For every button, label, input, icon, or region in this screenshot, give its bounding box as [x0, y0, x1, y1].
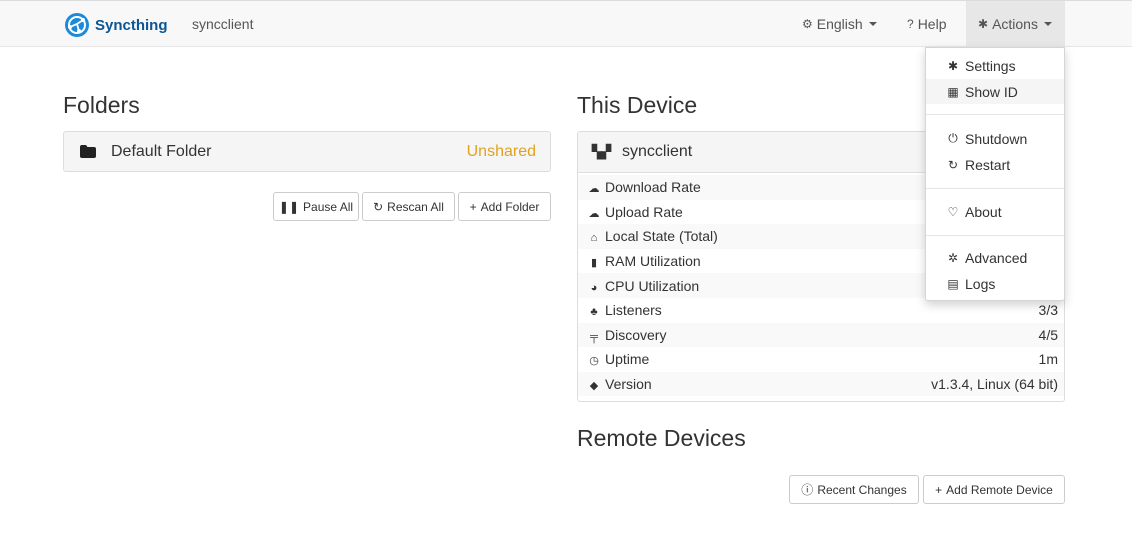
- menu-divider: [926, 114, 1064, 115]
- refresh-icon: ↻: [373, 199, 384, 214]
- menu-item-label: Advanced: [965, 249, 1028, 266]
- help-label: Help: [917, 16, 947, 32]
- signpost-icon: ╤: [590, 330, 598, 343]
- home-icon: ⌂: [590, 232, 598, 245]
- recent-changes-label: Recent Changes: [817, 482, 907, 497]
- menu-item-shutdown[interactable]: ⏻ Shutdown: [926, 126, 1064, 151]
- table-row: ◷ Uptime 1m: [578, 347, 1064, 372]
- menu-item-about[interactable]: ♡ About: [926, 199, 1064, 224]
- this-device-heading: This Device: [577, 92, 698, 118]
- rescan-all-label: Rescan All: [387, 199, 444, 214]
- folder-name: Default Folder: [111, 142, 212, 160]
- navbar-device-name: syncclient: [192, 16, 254, 32]
- folder-panel-default[interactable]: Default Folder Unshared: [63, 131, 551, 172]
- menu-item-settings[interactable]: ✱ Settings: [926, 53, 1064, 78]
- brand-name: Syncthing: [95, 16, 168, 34]
- memory-icon: ▮: [590, 257, 598, 270]
- cloud-upload-icon: ☁: [588, 207, 600, 220]
- folder-icon: [80, 145, 96, 158]
- table-row: ♣ Listeners 3/3: [578, 298, 1064, 323]
- plus-icon: +: [935, 482, 943, 497]
- menu-item-label: Settings: [965, 57, 1016, 74]
- plus-icon: +: [469, 199, 477, 214]
- language-menu[interactable]: ⚙ English: [802, 1, 877, 47]
- pause-icon: ❚❚: [278, 199, 300, 214]
- menu-divider: [926, 188, 1064, 189]
- power-icon: ⏻: [948, 131, 958, 145]
- folders-heading: Folders: [63, 92, 140, 118]
- help-menu[interactable]: ? Help: [907, 1, 946, 47]
- menu-item-label: Shutdown: [965, 130, 1028, 147]
- remote-devices-heading: Remote Devices: [577, 425, 746, 451]
- cloud-download-icon: ☁: [588, 183, 600, 196]
- stat-label: CPU Utilization: [605, 277, 700, 294]
- heart-icon: ♡: [947, 204, 959, 219]
- menu-item-label: About: [965, 203, 1002, 220]
- menu-item-show-id[interactable]: ▦ Show ID: [926, 79, 1064, 104]
- dashboard-icon: ◕: [590, 281, 598, 294]
- menu-item-label: Logs: [965, 275, 996, 292]
- question-circle-icon: ?: [907, 17, 914, 31]
- chevron-down-icon: [868, 22, 877, 26]
- file-icon: ▤: [947, 276, 959, 291]
- menu-item-logs[interactable]: ▤ Logs: [926, 271, 1064, 296]
- syncthing-logo-icon: [65, 13, 89, 37]
- actions-label: Actions: [992, 16, 1038, 32]
- this-device-name: syncclient: [622, 143, 693, 160]
- add-folder-button[interactable]: + Add Folder: [458, 192, 551, 221]
- qrcode-icon: ▦: [947, 84, 959, 99]
- recent-changes-button[interactable]: ⓘ Recent Changes: [789, 475, 919, 504]
- menu-item-label: Restart: [965, 156, 1011, 173]
- tag-icon: ◆: [589, 380, 599, 393]
- stat-value[interactable]: 4/5: [824, 323, 1064, 348]
- stat-label: Upload Rate: [605, 203, 683, 220]
- rescan-all-button[interactable]: ↻ Rescan All: [362, 192, 455, 221]
- menu-item-advanced[interactable]: ✲ Advanced: [926, 245, 1064, 270]
- stat-value[interactable]: 3/3: [824, 298, 1064, 323]
- add-remote-device-label: Add Remote Device: [946, 482, 1053, 497]
- globe-icon: ⚙: [802, 17, 813, 31]
- add-folder-label: Add Folder: [480, 199, 540, 214]
- folder-status-badge: Unshared: [466, 142, 536, 160]
- sitemap-icon: ♣: [590, 306, 598, 319]
- chevron-down-icon: [1043, 22, 1052, 26]
- stat-label: Download Rate: [605, 179, 701, 196]
- table-row: ◆ Version v1.3.4, Linux (64 bit): [578, 371, 1064, 397]
- stat-label: Uptime: [605, 351, 650, 368]
- stat-label: RAM Utilization: [605, 253, 701, 270]
- device-identicon-icon: ▚▞: [592, 144, 611, 159]
- stat-label: Listeners: [605, 302, 662, 319]
- menu-item-label: Show ID: [965, 83, 1018, 100]
- cog-icon: ✱: [947, 58, 959, 73]
- language-label: English: [816, 16, 863, 32]
- stat-value: 1m: [1038, 351, 1058, 368]
- cogs-icon: ✲: [947, 250, 959, 265]
- clock-icon: ◷: [589, 355, 599, 368]
- add-remote-device-button[interactable]: + Add Remote Device: [923, 475, 1065, 504]
- stat-label: Local State (Total): [605, 228, 718, 245]
- stat-label: Version: [605, 376, 652, 393]
- menu-item-restart[interactable]: ↻ Restart: [926, 152, 1064, 177]
- info-circle-icon: ⓘ: [801, 483, 814, 497]
- menu-divider: [926, 235, 1064, 236]
- table-row: ╤ Discovery 4/5: [578, 322, 1064, 348]
- pause-all-button[interactable]: ❚❚ Pause All: [273, 192, 359, 221]
- cog-icon: ✱: [978, 17, 989, 31]
- pause-all-label: Pause All: [303, 199, 354, 214]
- actions-dropdown-menu: ✱ Settings ▦ Show ID ⏻ Shutdown ↻ Restar…: [925, 47, 1065, 301]
- stat-value: v1.3.4, Linux (64 bit): [931, 376, 1058, 393]
- stat-label: Discovery: [605, 326, 667, 343]
- navbar: Syncthing syncclient ⚙ English ? Help ✱ …: [0, 0, 1132, 47]
- refresh-icon: ↻: [947, 157, 959, 172]
- actions-menu[interactable]: ✱ Actions: [966, 1, 1065, 47]
- brand-link[interactable]: Syncthing: [64, 11, 168, 39]
